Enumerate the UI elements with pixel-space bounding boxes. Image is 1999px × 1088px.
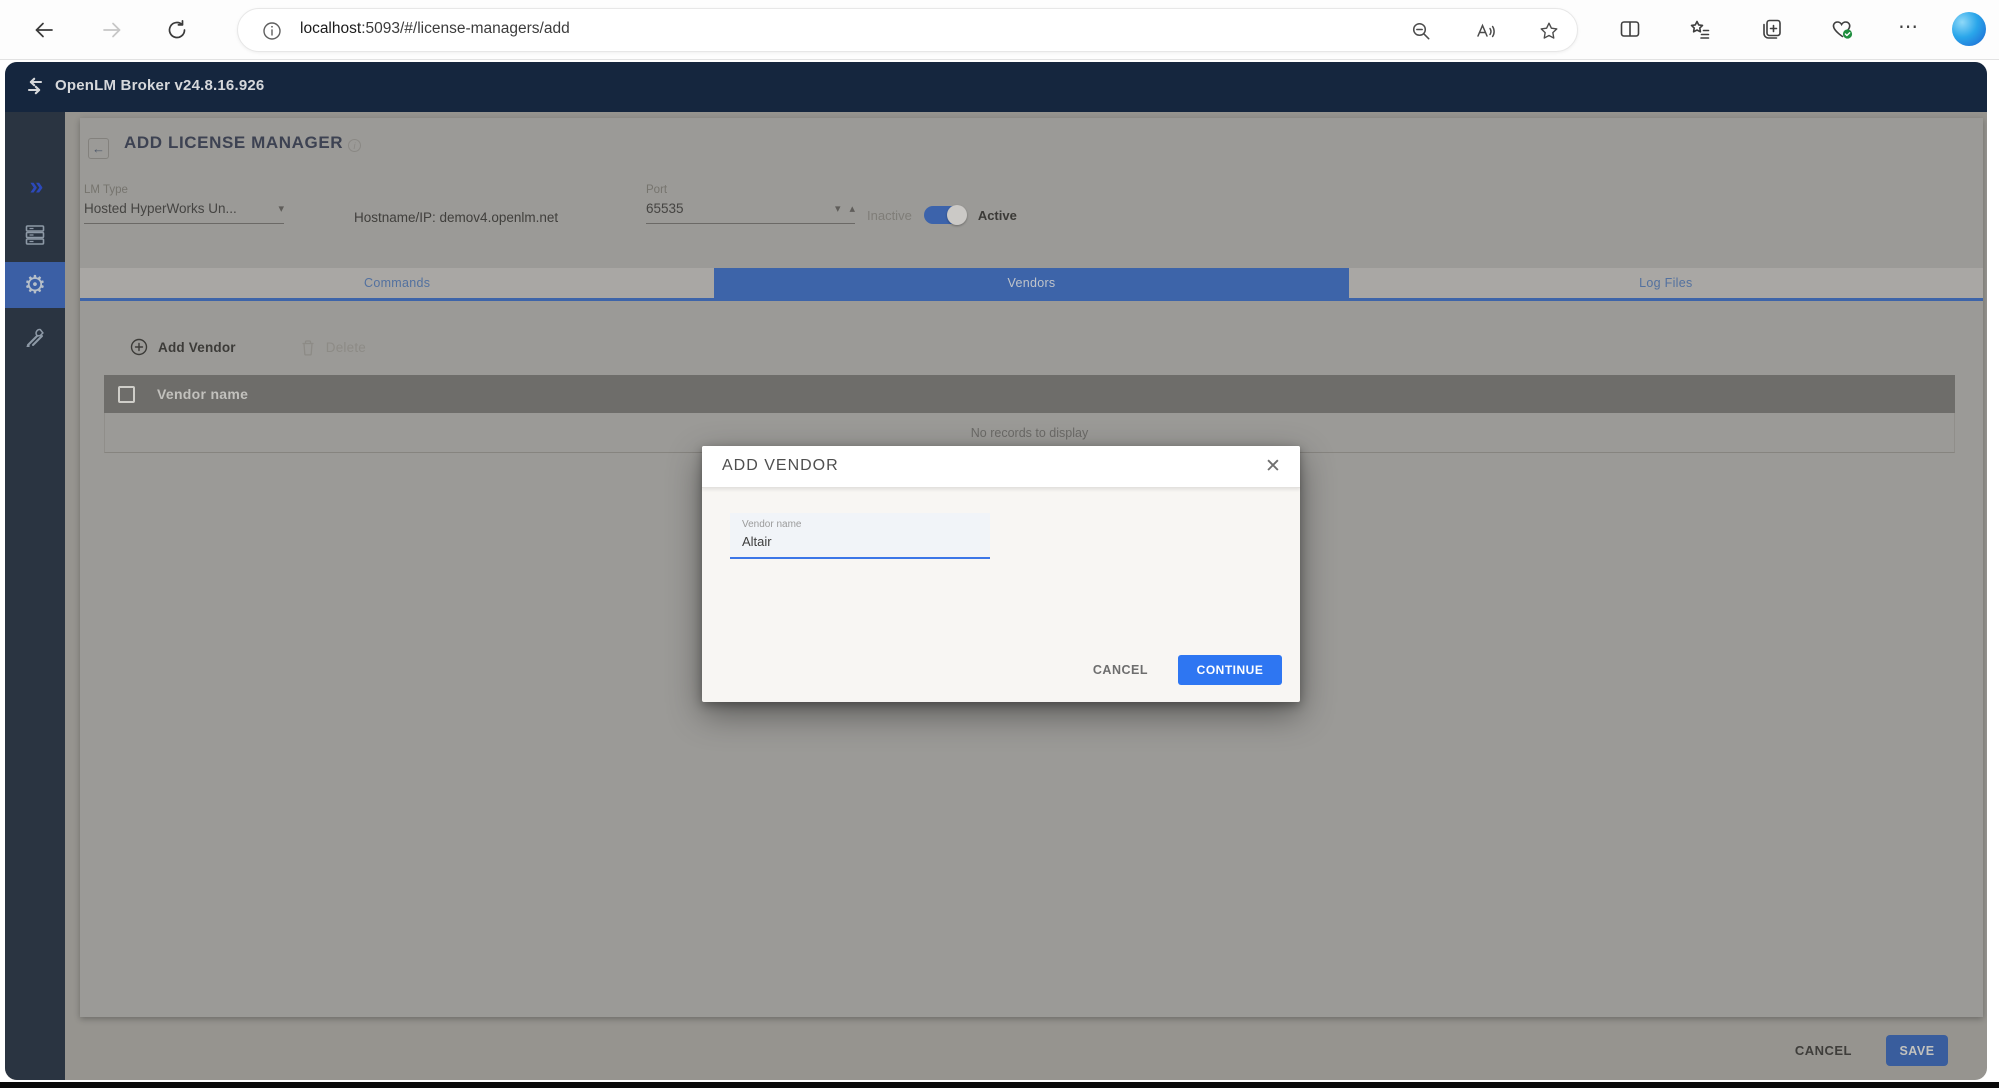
browser-essentials-icon[interactable] bbox=[1830, 17, 1854, 41]
dialog-title: ADD VENDOR bbox=[722, 457, 839, 475]
split-screen-icon[interactable] bbox=[1618, 17, 1642, 41]
vendor-name-field-label: Vendor name bbox=[742, 519, 990, 530]
copilot-icon[interactable] bbox=[1952, 12, 1986, 46]
browser-toolbar: localhost:5093/#/license-managers/add ⋯ bbox=[0, 0, 1999, 60]
collections-icon[interactable] bbox=[1760, 17, 1784, 41]
add-vendor-dialog: ADD VENDOR ✕ Vendor name CANCEL CONTINUE bbox=[702, 446, 1300, 702]
favorite-star-icon[interactable] bbox=[1538, 20, 1560, 42]
favorites-bar-icon[interactable] bbox=[1688, 17, 1712, 41]
url-path: :5093/#/license-managers/add bbox=[361, 20, 570, 37]
dialog-cancel-button[interactable]: CANCEL bbox=[1093, 663, 1148, 677]
address-bar[interactable]: localhost:5093/#/license-managers/add bbox=[237, 8, 1578, 52]
vendor-name-input[interactable] bbox=[742, 534, 977, 549]
screen: localhost:5093/#/license-managers/add ⋯ bbox=[0, 0, 1999, 1088]
back-icon[interactable] bbox=[32, 18, 56, 42]
page-info-icon[interactable] bbox=[262, 21, 282, 41]
dialog-header: ADD VENDOR ✕ bbox=[702, 446, 1300, 488]
dialog-continue-button[interactable]: CONTINUE bbox=[1178, 655, 1282, 685]
zoom-out-icon[interactable] bbox=[1410, 20, 1432, 42]
vendor-name-field: Vendor name bbox=[730, 513, 990, 559]
refresh-icon[interactable] bbox=[165, 18, 189, 42]
window-bottom-edge bbox=[0, 1082, 1999, 1088]
dialog-actions: CANCEL CONTINUE bbox=[1093, 655, 1282, 685]
more-options-icon[interactable]: ⋯ bbox=[1898, 14, 1922, 38]
url-host: localhost bbox=[300, 20, 361, 37]
url-text[interactable]: localhost:5093/#/license-managers/add bbox=[300, 20, 570, 38]
forward-icon[interactable] bbox=[100, 18, 124, 42]
read-aloud-icon[interactable] bbox=[1474, 20, 1496, 42]
close-icon[interactable]: ✕ bbox=[1260, 454, 1286, 480]
